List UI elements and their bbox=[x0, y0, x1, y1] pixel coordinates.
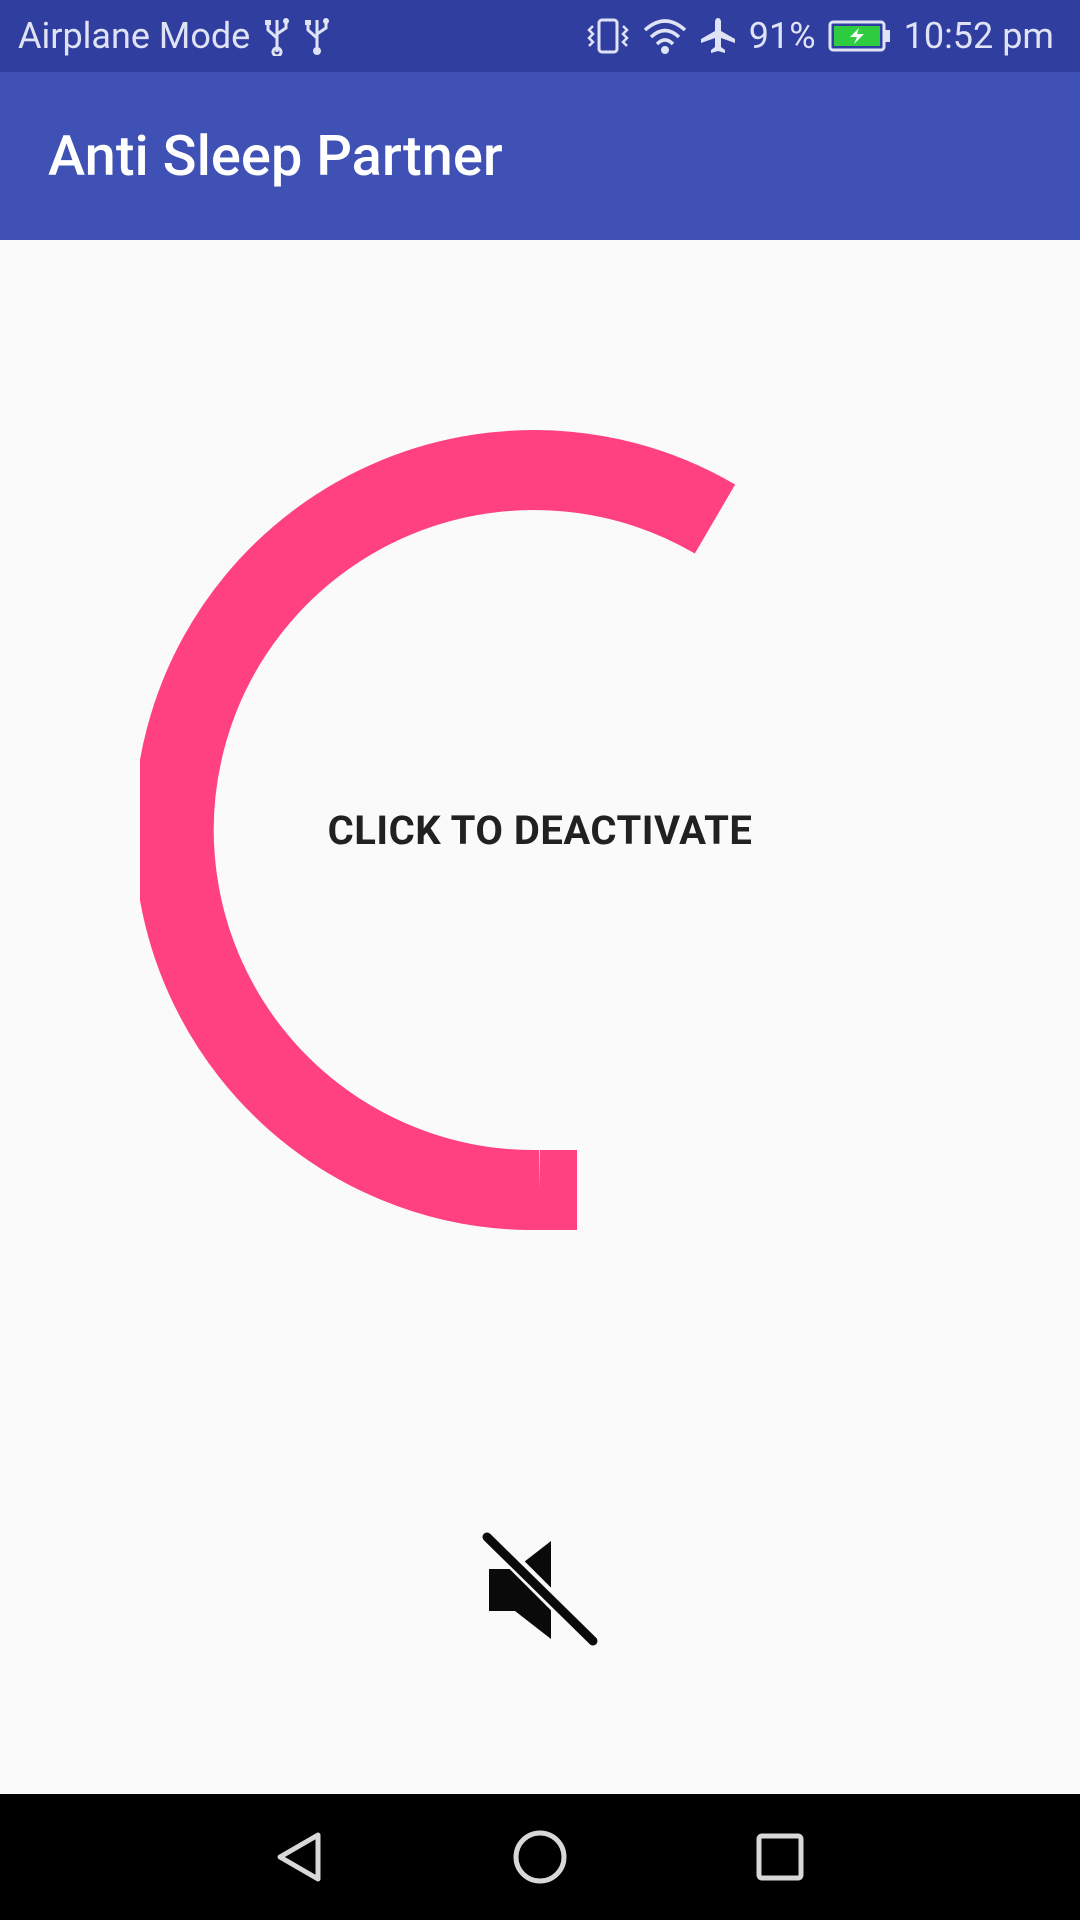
app-bar: Anti Sleep Partner bbox=[0, 72, 1080, 240]
status-right: 91% 10:52 pm bbox=[585, 0, 1054, 72]
airplane-mode-label: Airplane Mode bbox=[18, 15, 251, 57]
mute-button[interactable] bbox=[470, 1520, 610, 1660]
usb-icon bbox=[304, 16, 330, 56]
navigation-bar bbox=[0, 1794, 1080, 1920]
home-icon bbox=[513, 1830, 567, 1884]
vibrate-icon bbox=[585, 16, 631, 56]
recents-icon bbox=[756, 1833, 804, 1881]
battery-charging-icon bbox=[828, 19, 892, 53]
status-left: Airplane Mode bbox=[18, 0, 330, 72]
volume-off-icon bbox=[477, 1525, 603, 1651]
home-button[interactable] bbox=[490, 1812, 590, 1902]
usb-icon bbox=[264, 16, 290, 56]
back-button[interactable] bbox=[250, 1812, 350, 1902]
deactivate-button[interactable]: CLICK TO DEACTIVATE bbox=[140, 430, 940, 1230]
back-icon bbox=[277, 1832, 321, 1882]
page-title: Anti Sleep Partner bbox=[48, 123, 503, 189]
airplane-icon bbox=[699, 16, 737, 56]
status-bar: Airplane Mode 91% 10:52 pm bbox=[0, 0, 1080, 72]
recents-button[interactable] bbox=[730, 1812, 830, 1902]
battery-percent: 91% bbox=[748, 15, 816, 57]
wifi-icon bbox=[643, 16, 687, 56]
clock: 10:52 pm bbox=[903, 15, 1054, 57]
deactivate-label: CLICK TO DEACTIVATE bbox=[327, 806, 753, 854]
main-content: CLICK TO DEACTIVATE bbox=[0, 240, 1080, 1794]
